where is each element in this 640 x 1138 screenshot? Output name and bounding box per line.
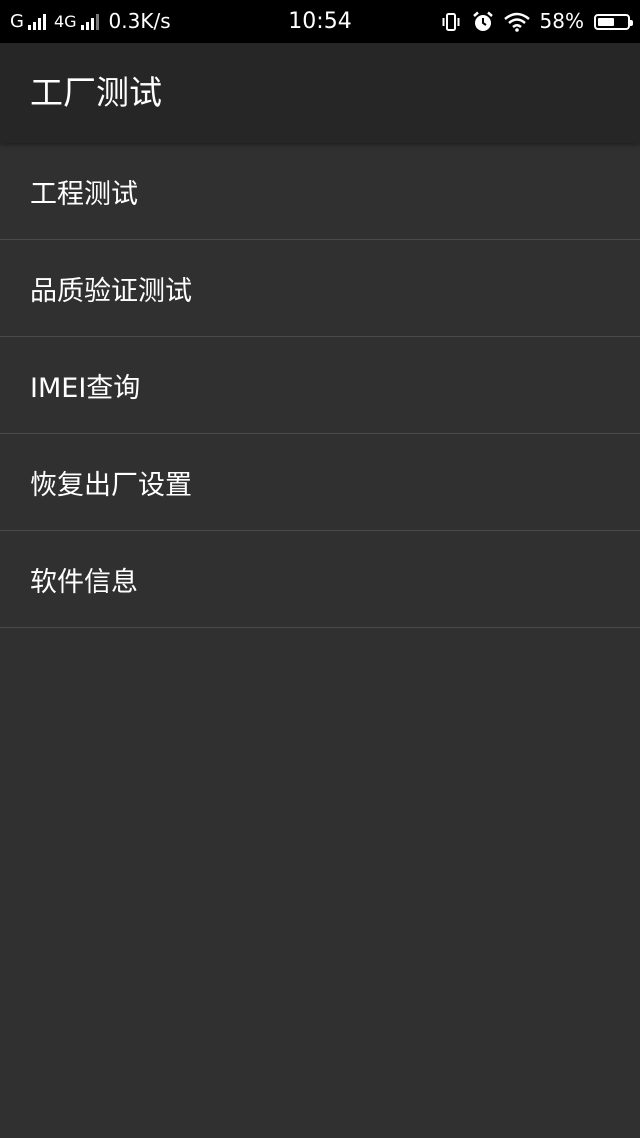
page-title: 工厂测试 <box>30 73 162 112</box>
menu-item-software-info[interactable]: 软件信息 <box>0 531 640 628</box>
menu-item-label: IMEI查询 <box>30 372 141 404</box>
menu-item-label: 品质验证测试 <box>30 275 192 307</box>
menu-item-engineering-test[interactable]: 工程测试 <box>0 143 640 240</box>
menu-item-label: 恢复出厂设置 <box>30 469 192 501</box>
carrier-label-2: 4G <box>53 12 77 31</box>
menu-item-factory-reset[interactable]: 恢复出厂设置 <box>0 434 640 531</box>
status-bar: G 4G 0.3K/s 10:54 58% <box>0 0 640 43</box>
wifi-icon <box>503 12 530 32</box>
signal-4g-icon <box>80 13 99 30</box>
alarm-icon <box>472 11 494 33</box>
menu-list: 工程测试 品质验证测试 IMEI查询 恢复出厂设置 软件信息 <box>0 143 640 628</box>
network-speed: 0.3K/s <box>108 9 171 33</box>
app-bar: 工厂测试 <box>0 43 640 143</box>
vibrate-icon <box>440 12 462 32</box>
menu-item-label: 软件信息 <box>30 566 138 598</box>
carrier-label-1: G <box>10 11 24 32</box>
menu-item-label: 工程测试 <box>30 178 138 210</box>
status-right: 58% <box>440 0 633 43</box>
status-left: G 4G 0.3K/s <box>10 0 171 43</box>
menu-item-quality-verification-test[interactable]: 品质验证测试 <box>0 240 640 337</box>
battery-icon <box>594 13 633 30</box>
battery-level-fill <box>598 17 614 26</box>
signal-icon <box>27 13 46 30</box>
battery-percent: 58% <box>539 9 584 33</box>
menu-item-imei-query[interactable]: IMEI查询 <box>0 337 640 434</box>
